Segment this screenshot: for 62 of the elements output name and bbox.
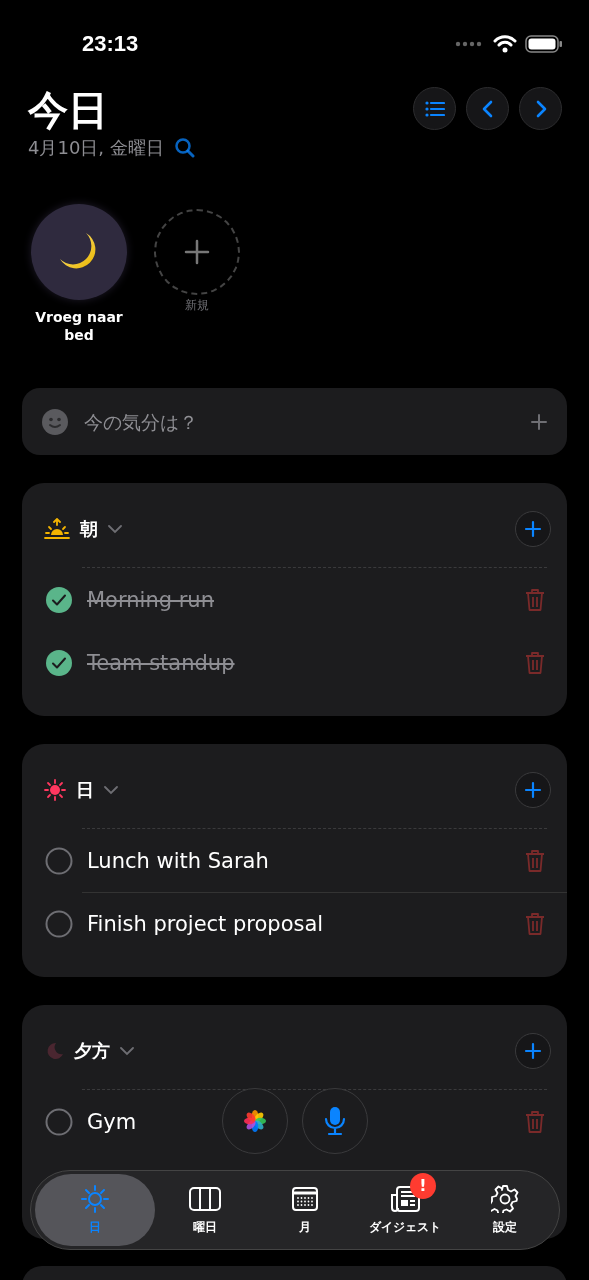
trash-icon[interactable] xyxy=(525,587,545,612)
plus-icon xyxy=(184,239,210,265)
chevron-left-icon xyxy=(481,99,494,118)
task-label: Lunch with Sarah xyxy=(87,848,269,873)
add-task-button[interactable] xyxy=(515,511,551,547)
add-icon[interactable] xyxy=(531,413,547,430)
trash-icon[interactable] xyxy=(525,1109,545,1134)
trash-icon[interactable] xyxy=(525,650,545,675)
checkbox[interactable] xyxy=(45,648,73,677)
checkbox[interactable] xyxy=(45,1107,73,1136)
face-icon xyxy=(42,408,68,435)
mood-field[interactable]: 今の気分は？ xyxy=(22,388,567,455)
chevron-down-icon[interactable] xyxy=(120,1046,134,1056)
task-label: Finish project proposal xyxy=(87,911,324,936)
notification-badge: ! xyxy=(410,1172,436,1199)
section-title: 朝 xyxy=(80,517,98,541)
add-task-button[interactable] xyxy=(515,1033,551,1069)
checkbox[interactable] xyxy=(45,909,73,938)
previous-button[interactable] xyxy=(466,87,509,130)
new-habit-label: 新規 xyxy=(185,297,209,314)
search-icon[interactable] xyxy=(173,137,196,159)
status-time: 23:13 xyxy=(82,31,139,57)
plus-icon xyxy=(524,781,542,799)
battery-icon xyxy=(525,35,563,53)
checkbox[interactable] xyxy=(45,846,73,875)
wifi-icon xyxy=(493,35,517,53)
date-label: 4月10日, 金曜日 xyxy=(28,136,164,160)
new-habit-button[interactable] xyxy=(154,209,240,295)
list-button[interactable] xyxy=(413,87,456,130)
chevron-right-icon xyxy=(534,99,547,118)
plus-icon xyxy=(524,1042,542,1060)
list-icon xyxy=(424,100,445,117)
calendar-icon xyxy=(292,1186,318,1211)
tab[interactable]: 月 xyxy=(255,1174,355,1246)
habit-label: Vroeg naar bed xyxy=(34,308,124,344)
next-button[interactable] xyxy=(519,87,562,130)
task-label: Gym xyxy=(87,1109,137,1134)
chevron-down-icon[interactable] xyxy=(108,524,122,534)
tab[interactable]: 曜日 xyxy=(155,1174,255,1246)
chevron-down-icon[interactable] xyxy=(104,785,118,795)
page-title: 今日 xyxy=(28,86,109,134)
flower-icon xyxy=(243,1109,267,1133)
microphone-icon xyxy=(324,1106,346,1136)
trash-icon[interactable] xyxy=(525,848,545,873)
add-task-button[interactable] xyxy=(515,772,551,808)
task-label: Team standup xyxy=(87,650,235,675)
sun-icon xyxy=(81,1184,109,1213)
sun-icon xyxy=(44,779,66,801)
habit-button[interactable] xyxy=(31,204,127,300)
section-title: 夕方 xyxy=(74,1039,110,1063)
settings-icon xyxy=(491,1184,519,1213)
section-title: 日 xyxy=(76,778,94,802)
plus-icon xyxy=(524,520,542,538)
checkbox[interactable] xyxy=(45,585,73,614)
newspaper-icon xyxy=(390,1185,420,1212)
tab[interactable]: 設定 xyxy=(455,1174,555,1246)
sunrise-icon xyxy=(44,518,70,540)
tab[interactable]: ! ダイジェスト xyxy=(355,1174,455,1246)
columns-icon xyxy=(189,1186,221,1211)
mood-input[interactable]: 今の気分は？ xyxy=(84,410,515,433)
trash-icon[interactable] xyxy=(525,911,545,936)
task-label: Morning run xyxy=(87,587,214,612)
